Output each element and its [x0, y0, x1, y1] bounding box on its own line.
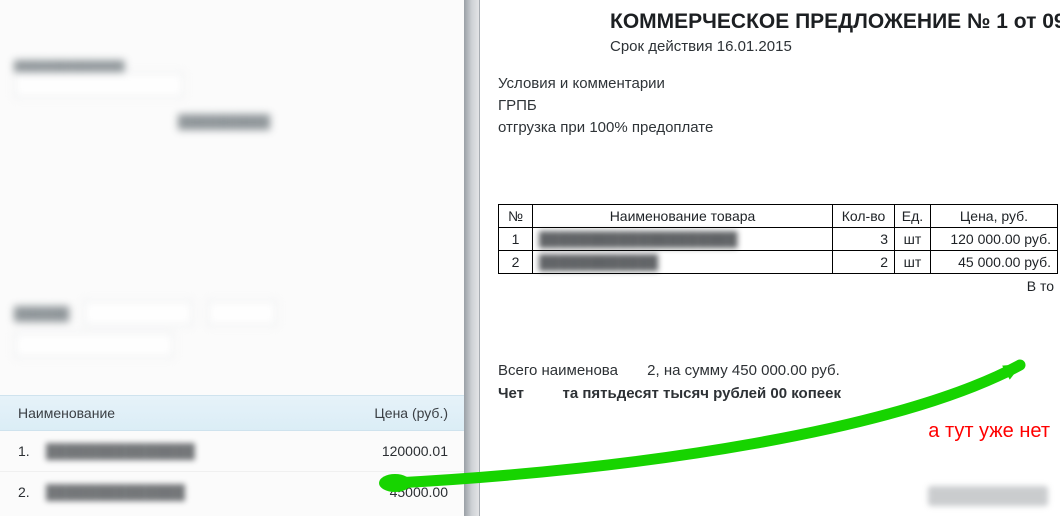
list-item[interactable]: 2. ██████████████ 45000.00	[0, 472, 464, 512]
list-item[interactable]: 1. ███████████████ 120000.01	[0, 431, 464, 472]
th-name: Наименование товара	[533, 205, 833, 228]
row-price: 120000.01	[358, 443, 448, 459]
cell-unit: шт	[895, 251, 931, 274]
row-name: ██████████████	[46, 484, 185, 500]
row-index: 2.	[18, 484, 34, 500]
th-unit: Ед.	[895, 205, 931, 228]
blurred-controls-area: ████████████ ██████████ ██████	[0, 0, 464, 385]
cond-line1: ГРПБ	[498, 95, 1060, 117]
cell-name: ████████████	[539, 254, 658, 270]
cell-price: 45 000.00 руб.	[931, 251, 1058, 274]
row-index: 1.	[18, 443, 34, 459]
th-price: Цена, руб.	[931, 205, 1058, 228]
row-name: ███████████████	[46, 443, 195, 459]
cell-num: 2	[499, 251, 533, 274]
left-pane: ████████████ ██████████ ██████ Наименова…	[0, 0, 464, 516]
conditions-block: Условия и комментарии ГРПБ отгрузка при …	[498, 73, 1060, 138]
totals-block: Всего наименований 2, на сумму 450 000.0…	[498, 360, 1060, 405]
totals-line2: Четыреста пятьдесят тысяч рублей 00 копе…	[498, 383, 1060, 406]
cell-num: 1	[499, 228, 533, 251]
cell-price: 120 000.00 руб.	[931, 228, 1058, 251]
table-row: 1 ████████████████████ 3 шт 120 000.00 р…	[499, 228, 1058, 251]
signature-placeholder	[928, 486, 1048, 506]
doc-subtitle: Срок действия 16.01.2015	[610, 38, 1060, 55]
pane-divider[interactable]	[464, 0, 480, 516]
annotation-text: а тут уже нет	[928, 420, 1050, 443]
totals-line1: Всего наименований 2, на сумму 450 000.0…	[498, 360, 1060, 383]
cell-qty: 3	[833, 228, 895, 251]
cell-qty: 2	[833, 251, 895, 274]
col-price: Цена (руб.)	[374, 405, 448, 421]
items-table: № Наименование товара Кол-во Ед. Цена, р…	[498, 204, 1058, 274]
price-list: Наименование Цена (руб.) 1. ████████████…	[0, 395, 464, 512]
row-price: 45000.00	[358, 484, 448, 500]
document-preview: КОММЕРЧЕСКОЕ ПРЕДЛОЖЕНИЕ № 1 от 09 Срок …	[480, 0, 1060, 516]
cell-unit: шт	[895, 228, 931, 251]
col-name: Наименование	[18, 405, 115, 421]
th-qty: Кол-во	[833, 205, 895, 228]
price-list-header: Наименование Цена (руб.)	[0, 395, 464, 431]
cell-name: ████████████████████	[539, 231, 737, 247]
table-row: 2 ████████████ 2 шт 45 000.00 руб.	[499, 251, 1058, 274]
doc-title: КОММЕРЧЕСКОЕ ПРЕДЛОЖЕНИЕ № 1 от 09	[610, 10, 1060, 34]
cond-line2: отгрузка при 100% предоплате	[498, 117, 1060, 139]
th-num: №	[499, 205, 533, 228]
table-footer-text: В то	[480, 278, 1058, 294]
cond-header: Условия и комментарии	[498, 73, 1060, 95]
